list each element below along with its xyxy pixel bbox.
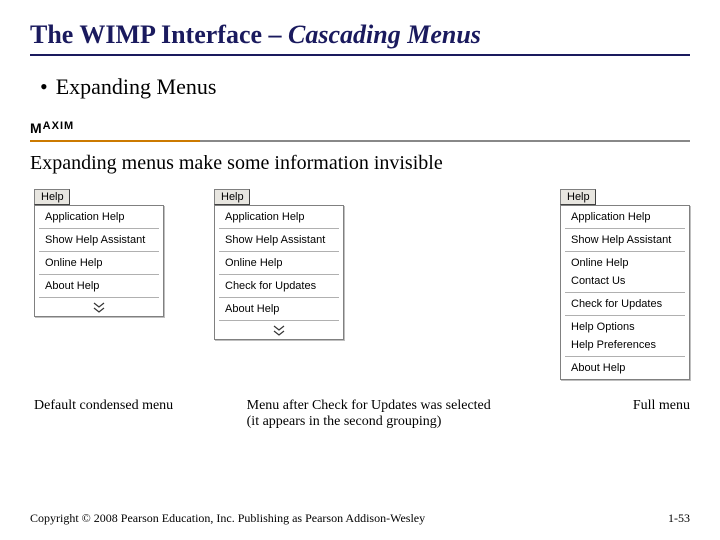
menu-separator [565, 315, 685, 316]
bullet-expanding-menus: • Expanding Menus [40, 74, 690, 100]
menu-separator [565, 251, 685, 252]
menu-item[interactable]: Help Options [561, 318, 689, 336]
chevron-down-double-icon [270, 325, 288, 337]
maxim-block: MAXIM Expanding menus make some informat… [30, 120, 690, 175]
expand-menu-button[interactable] [215, 323, 343, 337]
maxim-axim: AXIM [43, 120, 75, 132]
maxim-m: M [30, 120, 43, 136]
caption-partial-line1: Menu after Check for Updates was selecte… [247, 398, 491, 413]
title-text: The WIMP Interface – [30, 20, 288, 49]
slide-content: The WIMP Interface – Cascading Menus • Ex… [0, 0, 720, 430]
title-italic: Cascading Menus [288, 20, 481, 49]
menu-separator [219, 274, 339, 275]
caption-partial-line2: (it appears in the second grouping) [247, 414, 442, 429]
menu-item[interactable]: Online Help [561, 254, 689, 272]
copyright-text: Copyright © 2008 Pearson Education, Inc.… [30, 511, 425, 526]
slide-title: The WIMP Interface – Cascading Menus [30, 20, 690, 56]
menu-item[interactable]: Application Help [215, 208, 343, 226]
menu-column-3: Help Application Help Show Help Assistan… [560, 189, 690, 380]
menu-panel-full: Application Help Show Help Assistant Onl… [560, 205, 690, 380]
menu-separator [219, 297, 339, 298]
menu-item[interactable]: About Help [215, 300, 343, 318]
menu-item[interactable]: Application Help [561, 208, 689, 226]
menu-panel-condensed: Application Help Show Help Assistant Onl… [34, 205, 164, 317]
menu-item[interactable]: Online Help [35, 254, 163, 272]
menu-item[interactable]: Help Preferences [561, 336, 689, 354]
expand-menu-button[interactable] [35, 300, 163, 314]
maxim-text: Expanding menus make some information in… [30, 152, 690, 175]
menu-item[interactable]: Check for Updates [561, 295, 689, 313]
maxim-underline [30, 140, 690, 142]
menu-panel-partial: Application Help Show Help Assistant Onl… [214, 205, 344, 340]
menu-separator [39, 228, 159, 229]
menu-separator [219, 251, 339, 252]
chevron-down-double-icon [90, 302, 108, 314]
menu-separator [565, 356, 685, 357]
menu-item[interactable]: Online Help [215, 254, 343, 272]
menu-separator [565, 292, 685, 293]
menu-item[interactable]: About Help [561, 359, 689, 377]
menu-separator [219, 320, 339, 321]
menu-column-2: Help Application Help Show Help Assistan… [214, 189, 344, 340]
bullet-text: Expanding Menus [56, 74, 217, 99]
caption-default: Default condensed menu [34, 398, 217, 430]
help-menu-button[interactable]: Help [560, 189, 596, 205]
slide-footer: Copyright © 2008 Pearson Education, Inc.… [30, 511, 690, 526]
captions-row: Default condensed menu Menu after Check … [30, 398, 690, 430]
help-menu-button[interactable]: Help [34, 189, 70, 205]
menu-separator [39, 274, 159, 275]
menus-row: Help Application Help Show Help Assistan… [30, 189, 690, 380]
bullet-dot-icon: • [40, 74, 48, 99]
maxim-label: MAXIM [30, 120, 74, 136]
page-number: 1-53 [668, 511, 690, 526]
menu-item[interactable]: Show Help Assistant [35, 231, 163, 249]
caption-full: Full menu [565, 398, 690, 430]
menu-item[interactable]: Application Help [35, 208, 163, 226]
menu-separator [39, 297, 159, 298]
menu-item[interactable]: Contact Us [561, 272, 689, 290]
menu-item[interactable]: About Help [35, 277, 163, 295]
menu-separator [219, 228, 339, 229]
menu-item[interactable]: Show Help Assistant [561, 231, 689, 249]
menu-separator [565, 228, 685, 229]
menu-item[interactable]: Check for Updates [215, 277, 343, 295]
help-menu-button[interactable]: Help [214, 189, 250, 205]
menu-item[interactable]: Show Help Assistant [215, 231, 343, 249]
caption-partial: Menu after Check for Updates was selecte… [247, 398, 535, 430]
menu-column-1: Help Application Help Show Help Assistan… [34, 189, 164, 317]
menu-separator [39, 251, 159, 252]
